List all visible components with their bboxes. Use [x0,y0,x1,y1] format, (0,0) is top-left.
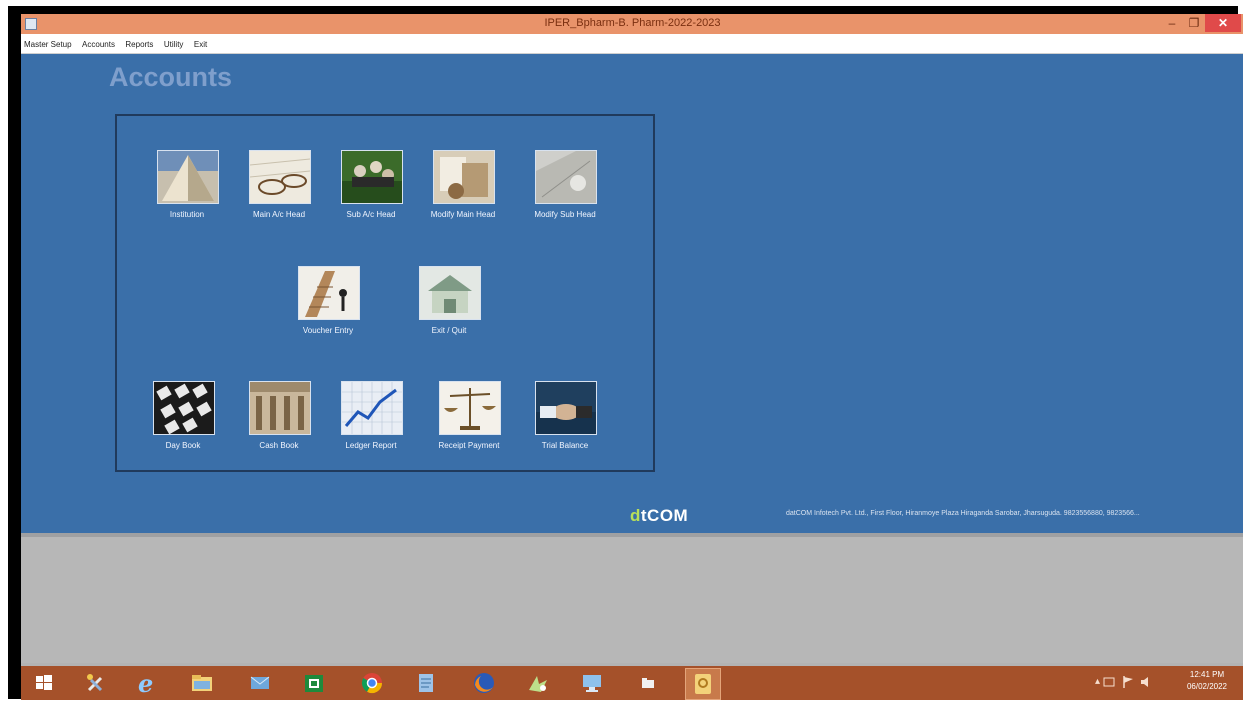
chart-paper-icon [535,150,597,204]
accounts-app-icon[interactable] [685,668,721,700]
taskbar: e ▴ 12:41 PM 06/02/2022 [21,666,1243,700]
clock-time: 12:41 PM [1189,670,1225,679]
building-columns-icon [249,381,311,435]
tile-label: Day Book [165,441,201,450]
documents-icon [433,150,495,204]
menu-bar: Master Setup Accounts Reports Utility Ex… [21,34,1243,54]
flag-icon[interactable] [1121,675,1135,689]
tools-icon[interactable] [81,670,107,696]
app-window: IPER_Bpharm-B. Pharm-2022-2023 – ❐ ✕ Mas… [21,14,1243,700]
screenshot-frame: IPER_Bpharm-B. Pharm-2022-2023 – ❐ ✕ Mas… [8,6,1243,700]
tile-label: Sub A/c Head [346,210,396,219]
minimize-button[interactable]: – [1161,14,1183,32]
page-title: Accounts [109,62,233,92]
svg-text:e: e [138,670,153,696]
tile-label: Trial Balance [541,441,589,450]
menu-exit[interactable]: Exit [191,36,210,49]
tile-label: Institution [169,210,205,219]
team-icon [341,150,403,204]
datcom-logo: dtCOM [630,506,689,525]
tray-expand-icon[interactable]: ▴ [1095,676,1100,687]
accounts-panel: Institution Main A/c Head Sub A/c Head M… [115,114,655,472]
app-icon[interactable] [525,670,551,696]
folder-icon[interactable] [635,670,661,696]
main-area: Accounts Institution Main A/c Head Sub A [21,54,1243,533]
file-explorer-icon[interactable] [189,670,215,696]
window-title: IPER_Bpharm-B. Pharm-2022-2023 [544,17,721,29]
tile-label: Cash Book [259,441,299,450]
firefox-icon[interactable] [471,670,497,696]
mail-icon[interactable] [247,670,273,696]
growth-chart-icon [341,381,403,435]
tile-label: Modify Sub Head [534,210,596,219]
maximize-button[interactable]: ❐ [1183,14,1205,32]
tile-label: Exit / Quit [431,326,467,335]
status-area [21,533,1243,663]
tile-label: Voucher Entry [302,326,354,335]
menu-accounts[interactable]: Accounts [79,36,118,49]
menu-master-setup[interactable]: Master Setup [21,36,75,49]
handshake-icon [535,381,597,435]
menu-utility[interactable]: Utility [161,36,187,49]
taskbar-clock[interactable]: 12:41 PM 06/02/2022 [1176,669,1238,693]
glasses-icon [249,150,311,204]
tile-label: Modify Main Head [430,210,496,219]
tile-label: Ledger Report [345,441,397,450]
tile-label: Main A/c Head [252,210,306,219]
close-button[interactable]: ✕ [1205,14,1241,32]
internet-explorer-icon[interactable]: e [135,669,161,698]
balance-scale-icon [439,381,501,435]
pyramid-icon [157,150,219,204]
menu-reports[interactable]: Reports [122,36,156,49]
chrome-icon[interactable] [359,670,385,696]
start-icon[interactable] [31,670,57,696]
climbing-coins-icon [298,266,360,320]
company-info: datCOM Infotech Pvt. Ltd., First Floor, … [786,510,1140,517]
network-icon[interactable] [1103,675,1117,689]
calculator-keys-icon [153,381,215,435]
excel-icon[interactable] [301,670,327,696]
notepad-icon[interactable] [413,670,439,696]
tile-label: Receipt Payment [438,441,500,450]
house-money-icon [419,266,481,320]
title-bar: IPER_Bpharm-B. Pharm-2022-2023 – ❐ ✕ [21,14,1243,34]
volume-icon[interactable] [1139,675,1153,689]
clock-date: 06/02/2022 [1186,682,1228,691]
remote-desktop-icon[interactable] [579,670,605,696]
